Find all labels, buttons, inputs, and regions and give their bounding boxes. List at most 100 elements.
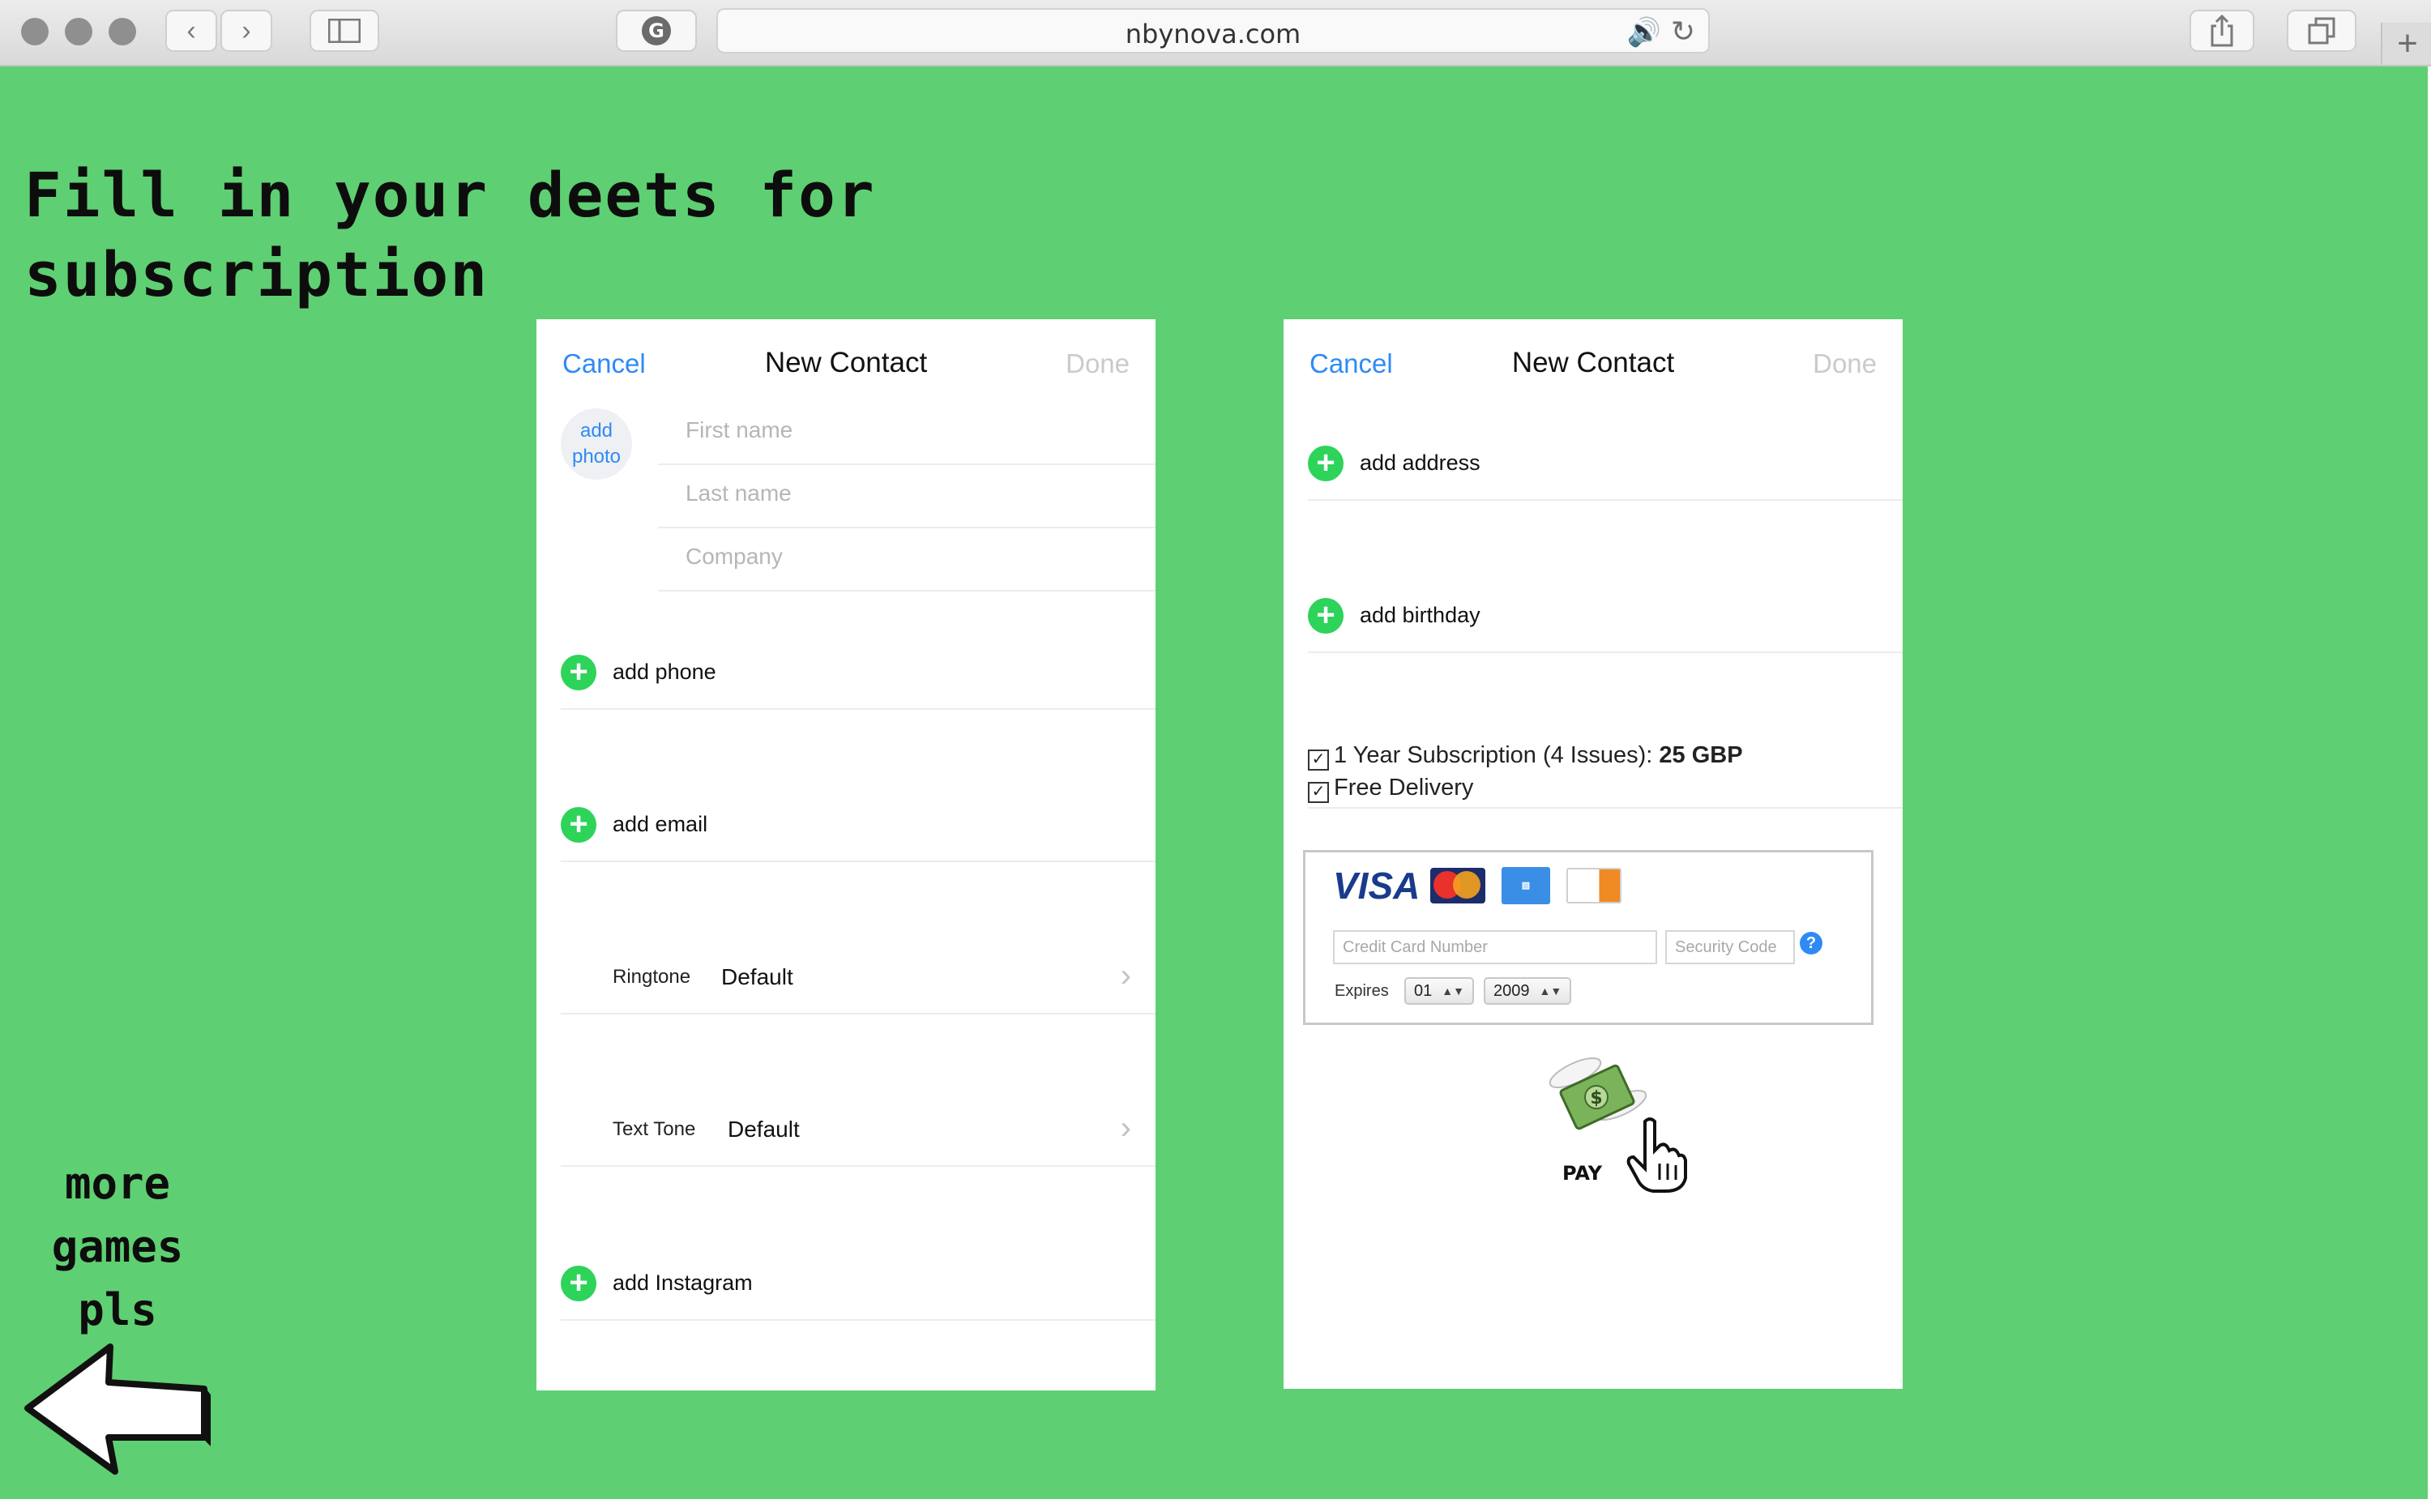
zoom-window-button[interactable] [109,18,136,45]
new-contact-panel-left: Cancel New Contact Done add photo + add … [536,319,1156,1390]
add-phone-label: add phone [613,660,716,684]
reload-icon[interactable]: ↻ [1671,15,1695,49]
card-brands: VISA ▧ [1333,865,1621,907]
grammarly-icon: G [642,16,671,45]
add-address-label: add address [1360,451,1480,475]
chevron-right-icon: › [1120,958,1131,993]
tabs-icon [2308,17,2335,45]
company-field[interactable] [684,543,1135,570]
tabs-button[interactable] [2287,10,2356,52]
last-name-row [658,463,1156,528]
extension-button[interactable]: G [616,10,697,52]
last-name-field[interactable] [684,480,1135,507]
divider [1308,807,1903,809]
svg-text:$: $ [1590,1088,1602,1108]
subscription-price: 25 GBP [1659,742,1743,768]
close-window-button[interactable] [21,18,49,45]
add-photo-line-1: add [579,420,613,442]
new-tab-button[interactable]: + [2381,23,2431,65]
plus-icon: + [2397,23,2418,63]
text-tone-value: Default [728,1117,800,1142]
nav-title: New Contact [1511,347,1675,378]
headline-line-2: subscription [24,238,489,310]
sidebar-icon [328,19,361,43]
company-row [658,527,1156,592]
add-email-plus-icon[interactable]: + [561,807,596,843]
add-birthday-label: add birthday [1360,603,1480,627]
nav-title: New Contact [764,347,928,378]
back-arrow-icon[interactable] [21,1339,216,1476]
text-tone-label: Text Tone [613,1118,696,1140]
discover-logo [1566,868,1621,903]
add-instagram-plus-icon[interactable]: + [561,1266,596,1301]
subscription-option[interactable]: ✓ 1 Year Subscription (4 Issues): 25 GBP [1308,739,1743,771]
add-phone-row[interactable]: + add phone [561,635,1156,710]
more-games-line-1: more [64,1158,171,1209]
chevron-right-icon: › [241,15,251,46]
pay-button[interactable]: $ PAY [1543,1049,1705,1211]
ringtone-label: Ringtone [613,966,691,988]
subscription-text: 1 Year Subscription (4 Issues): [1334,742,1660,768]
share-icon [2211,15,2233,47]
hand-cursor-icon [1626,1117,1687,1193]
add-birthday-row[interactable]: + add birthday [1308,579,1903,653]
new-contact-panel-right: Cancel New Contact Done + add address + … [1284,319,1903,1389]
subscription-options: ✓ 1 Year Subscription (4 Issues): 25 GBP … [1308,739,1743,804]
speaker-icon[interactable]: 🔊 [1627,16,1661,49]
add-photo-line-2: photo [571,446,622,468]
page-content: Fill in your deets for subscription Canc… [0,66,2428,1499]
done-button[interactable]: Done [1813,348,1877,379]
svg-text:G: G [648,19,664,42]
ringtone-row[interactable]: Ringtone Default › [561,940,1156,1014]
add-photo-button[interactable]: add photo [561,408,632,480]
forward-button[interactable]: › [220,10,272,52]
browser-toolbar: ‹ › G nbynova.com 🔊 ↻ + [0,0,2431,66]
first-name-row [658,400,1156,465]
expiry-month-select[interactable]: 01 ▲▼ [1404,977,1474,1005]
back-button[interactable]: ‹ [165,10,217,52]
share-button[interactable] [2190,10,2254,52]
select-arrows-icon: ▲▼ [1442,985,1464,997]
more-games-link[interactable]: more games pls [24,1152,211,1342]
sidebar-button[interactable] [310,10,379,52]
more-games-line-3: pls [78,1284,157,1335]
address-bar[interactable]: nbynova.com 🔊 ↻ [716,8,1710,53]
mastercard-logo [1430,868,1485,903]
expiry-year-select[interactable]: 2009 ▲▼ [1484,977,1572,1005]
add-email-row[interactable]: + add email [561,788,1156,862]
free-delivery-option[interactable]: ✓ Free Delivery [1308,771,1743,804]
pay-label: PAY [1562,1162,1603,1185]
add-instagram-row[interactable]: + add Instagram [561,1246,1156,1321]
nav-bar: Cancel New Contact Done [1284,344,1903,392]
chevron-right-icon: › [1120,1110,1131,1146]
expiry-year-value: 2009 [1493,981,1530,1000]
page-headline: Fill in your deets for subscription [24,156,916,314]
done-button[interactable]: Done [1066,348,1130,379]
credit-card-number-input[interactable] [1333,930,1657,964]
free-delivery-text: Free Delivery [1334,775,1474,801]
chevron-left-icon: ‹ [186,15,196,46]
select-arrows-icon: ▲▼ [1539,985,1562,997]
add-instagram-label: add Instagram [613,1271,753,1295]
visa-logo: VISA [1333,865,1421,907]
security-code-input[interactable] [1665,930,1795,964]
amex-logo: ▧ [1502,867,1550,904]
add-email-label: add email [613,812,708,836]
minimize-window-button[interactable] [65,18,92,45]
add-birthday-plus-icon[interactable]: + [1308,598,1344,634]
expiry-month-value: 01 [1414,981,1433,1000]
payment-form: VISA ▧ ? Expires 01 ▲▼ 2009 ▲▼ [1303,850,1873,1025]
checkbox-checked-icon[interactable]: ✓ [1308,750,1329,771]
add-phone-plus-icon[interactable]: + [561,655,596,690]
url-text: nbynova.com [1125,19,1301,49]
nav-bar: Cancel New Contact Done [536,344,1156,392]
add-address-row[interactable]: + add address [1308,426,1903,501]
expires-label: Expires [1335,982,1389,1000]
more-games-line-2: games [51,1221,184,1272]
text-tone-row[interactable]: Text Tone Default › [561,1092,1156,1167]
help-icon[interactable]: ? [1800,932,1822,955]
checkbox-checked-icon[interactable]: ✓ [1308,782,1329,803]
ringtone-value: Default [721,964,793,989]
first-name-field[interactable] [684,416,1135,444]
add-address-plus-icon[interactable]: + [1308,446,1344,481]
